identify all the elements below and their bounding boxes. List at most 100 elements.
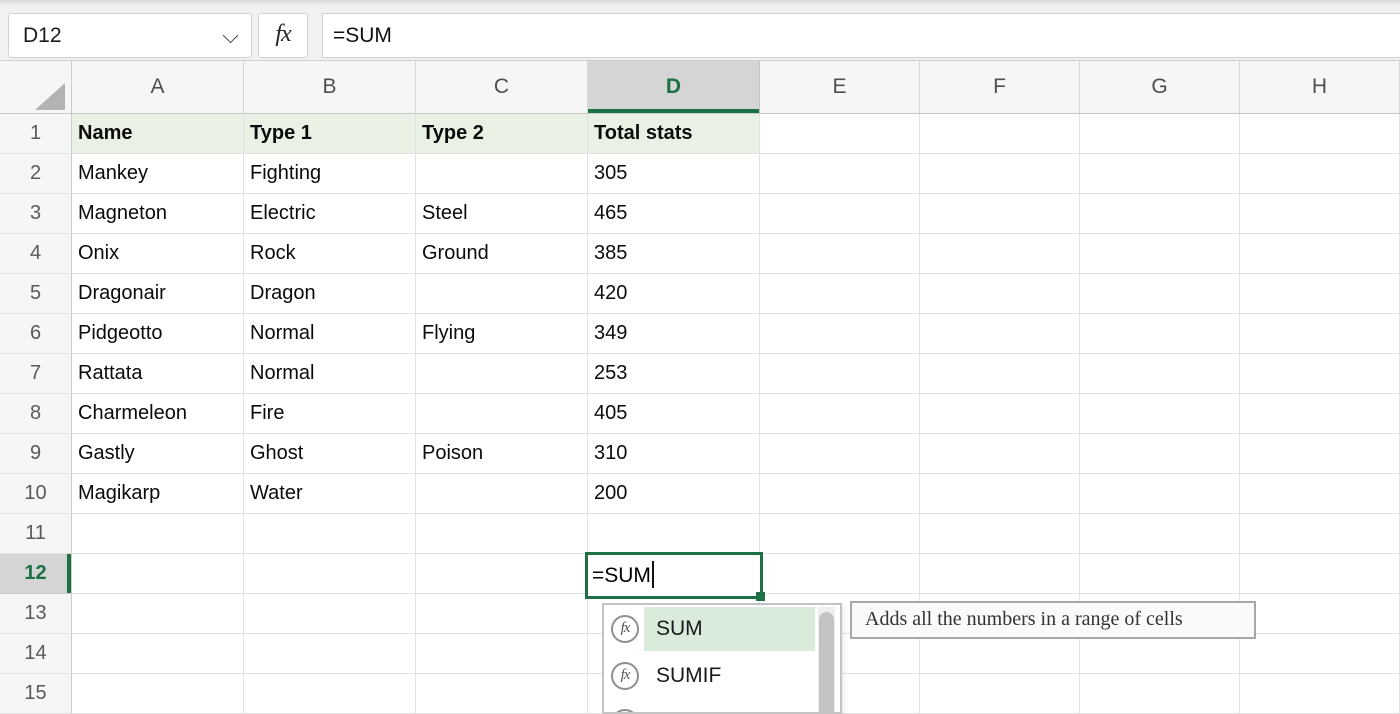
cell-H2[interactable] bbox=[1240, 154, 1400, 194]
cell-A6[interactable]: Pidgeotto bbox=[72, 314, 244, 354]
cell-F5[interactable] bbox=[920, 274, 1080, 314]
cell-D4[interactable]: 385 bbox=[588, 234, 760, 274]
cell-G5[interactable] bbox=[1080, 274, 1240, 314]
cell-A8[interactable]: Charmeleon bbox=[72, 394, 244, 434]
cell-G11[interactable] bbox=[1080, 514, 1240, 554]
cell-E10[interactable] bbox=[760, 474, 920, 514]
cell-D7[interactable]: 253 bbox=[588, 354, 760, 394]
cell-G15[interactable] bbox=[1080, 674, 1240, 714]
cell-C14[interactable] bbox=[416, 634, 588, 674]
cell-H7[interactable] bbox=[1240, 354, 1400, 394]
cell-F6[interactable] bbox=[920, 314, 1080, 354]
cell-D2[interactable]: 305 bbox=[588, 154, 760, 194]
column-header-F[interactable]: F bbox=[920, 61, 1080, 113]
cell-A7[interactable]: Rattata bbox=[72, 354, 244, 394]
cell-A12[interactable] bbox=[72, 554, 244, 594]
cell-H9[interactable] bbox=[1240, 434, 1400, 474]
cell-C11[interactable] bbox=[416, 514, 588, 554]
cell-E4[interactable] bbox=[760, 234, 920, 274]
cell-H5[interactable] bbox=[1240, 274, 1400, 314]
cell-C15[interactable] bbox=[416, 674, 588, 714]
cell-B4[interactable]: Rock bbox=[244, 234, 416, 274]
column-header-B[interactable]: B bbox=[244, 61, 416, 113]
cell-C6[interactable]: Flying bbox=[416, 314, 588, 354]
cell-F9[interactable] bbox=[920, 434, 1080, 474]
cell-B14[interactable] bbox=[244, 634, 416, 674]
cell-E2[interactable] bbox=[760, 154, 920, 194]
cell-B10[interactable]: Water bbox=[244, 474, 416, 514]
cell-A9[interactable]: Gastly bbox=[72, 434, 244, 474]
chevron-down-icon[interactable] bbox=[223, 28, 239, 44]
cell-A5[interactable]: Dragonair bbox=[72, 274, 244, 314]
cell-H11[interactable] bbox=[1240, 514, 1400, 554]
cell-G14[interactable] bbox=[1080, 634, 1240, 674]
cell-E11[interactable] bbox=[760, 514, 920, 554]
cell-A1[interactable]: Name bbox=[72, 114, 244, 154]
cell-F15[interactable] bbox=[920, 674, 1080, 714]
row-header-13[interactable]: 13 bbox=[0, 594, 72, 634]
row-header-2[interactable]: 2 bbox=[0, 154, 72, 194]
cell-F2[interactable] bbox=[920, 154, 1080, 194]
cell-G6[interactable] bbox=[1080, 314, 1240, 354]
cell-H1[interactable] bbox=[1240, 114, 1400, 154]
cell-A13[interactable] bbox=[72, 594, 244, 634]
cell-B6[interactable]: Normal bbox=[244, 314, 416, 354]
cell-D1[interactable]: Total stats bbox=[588, 114, 760, 154]
cell-A4[interactable]: Onix bbox=[72, 234, 244, 274]
cell-F3[interactable] bbox=[920, 194, 1080, 234]
name-box[interactable]: D12 bbox=[8, 13, 252, 58]
cell-A10[interactable]: Magikarp bbox=[72, 474, 244, 514]
cell-H10[interactable] bbox=[1240, 474, 1400, 514]
cell-C2[interactable] bbox=[416, 154, 588, 194]
cell-H12[interactable] bbox=[1240, 554, 1400, 594]
cell-G2[interactable] bbox=[1080, 154, 1240, 194]
cell-E8[interactable] bbox=[760, 394, 920, 434]
cell-F12[interactable] bbox=[920, 554, 1080, 594]
cell-D8[interactable]: 405 bbox=[588, 394, 760, 434]
cell-C10[interactable] bbox=[416, 474, 588, 514]
row-header-1[interactable]: 1 bbox=[0, 114, 72, 154]
cell-B8[interactable]: Fire bbox=[244, 394, 416, 434]
cell-F10[interactable] bbox=[920, 474, 1080, 514]
cell-D9[interactable]: 310 bbox=[588, 434, 760, 474]
cell-A11[interactable] bbox=[72, 514, 244, 554]
row-header-15[interactable]: 15 bbox=[0, 674, 72, 714]
cell-F4[interactable] bbox=[920, 234, 1080, 274]
cell-H14[interactable] bbox=[1240, 634, 1400, 674]
cell-E7[interactable] bbox=[760, 354, 920, 394]
formula-input[interactable]: =SUM bbox=[322, 13, 1400, 58]
cell-G12[interactable] bbox=[1080, 554, 1240, 594]
cell-H4[interactable] bbox=[1240, 234, 1400, 274]
cell-H15[interactable] bbox=[1240, 674, 1400, 714]
cell-D11[interactable] bbox=[588, 514, 760, 554]
row-header-6[interactable]: 6 bbox=[0, 314, 72, 354]
row-header-10[interactable]: 10 bbox=[0, 474, 72, 514]
cell-G10[interactable] bbox=[1080, 474, 1240, 514]
cell-A14[interactable] bbox=[72, 634, 244, 674]
cell-C1[interactable]: Type 2 bbox=[416, 114, 588, 154]
autocomplete-item-SUM[interactable]: fxSUM bbox=[604, 605, 840, 652]
cell-D6[interactable]: 349 bbox=[588, 314, 760, 354]
row-header-8[interactable]: 8 bbox=[0, 394, 72, 434]
column-header-H[interactable]: H bbox=[1240, 61, 1400, 113]
cell-F14[interactable] bbox=[920, 634, 1080, 674]
cell-C3[interactable]: Steel bbox=[416, 194, 588, 234]
cell-B5[interactable]: Dragon bbox=[244, 274, 416, 314]
cell-G8[interactable] bbox=[1080, 394, 1240, 434]
column-header-E[interactable]: E bbox=[760, 61, 920, 113]
cell-A2[interactable]: Mankey bbox=[72, 154, 244, 194]
cell-C9[interactable]: Poison bbox=[416, 434, 588, 474]
row-header-14[interactable]: 14 bbox=[0, 634, 72, 674]
cell-D3[interactable]: 465 bbox=[588, 194, 760, 234]
cell-D5[interactable]: 420 bbox=[588, 274, 760, 314]
cell-C5[interactable] bbox=[416, 274, 588, 314]
cell-B1[interactable]: Type 1 bbox=[244, 114, 416, 154]
cell-B3[interactable]: Electric bbox=[244, 194, 416, 234]
cell-E6[interactable] bbox=[760, 314, 920, 354]
cell-C13[interactable] bbox=[416, 594, 588, 634]
cell-F8[interactable] bbox=[920, 394, 1080, 434]
autocomplete-item-SUMIF[interactable]: fxSUMIF bbox=[604, 652, 840, 699]
row-header-12[interactable]: 12 bbox=[0, 554, 72, 594]
column-header-D[interactable]: D bbox=[588, 61, 760, 113]
cell-B13[interactable] bbox=[244, 594, 416, 634]
